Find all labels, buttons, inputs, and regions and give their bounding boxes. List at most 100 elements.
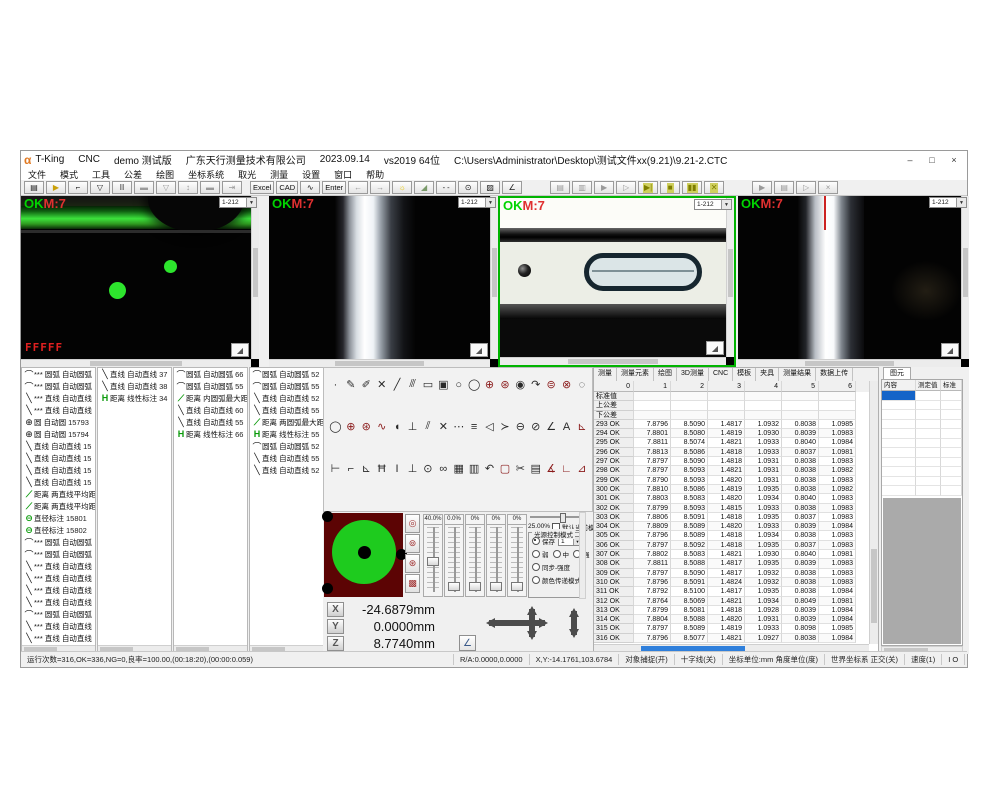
dropdown-arrow-icon[interactable]: ▼ — [721, 200, 731, 209]
open3-icon[interactable]: ▷ — [796, 181, 816, 194]
detail-row[interactable] — [882, 391, 962, 401]
lens-icon[interactable]: ▽ — [90, 181, 110, 194]
palette-tool-icon[interactable]: ⊛ — [497, 377, 512, 392]
zoom-icon[interactable]: ⊙ — [458, 181, 478, 194]
element-list-item[interactable]: H距离 线性标注34 — [98, 392, 171, 404]
element-list-item[interactable]: ╲直线 自动直线55 — [250, 404, 323, 416]
results-tab[interactable]: 绘图 — [654, 368, 677, 381]
result-row[interactable]: 314 OK7.88048.50881.48201.09310.80391.09… — [594, 615, 869, 624]
radio-icon[interactable] — [532, 563, 540, 571]
element-list-item[interactable]: ⌒圆弧 自动圆弧52 — [250, 368, 323, 380]
palette-tool-icon[interactable]: ↷ — [528, 377, 543, 392]
palette-tool-icon[interactable]: ▥ — [467, 461, 482, 476]
element-list-item[interactable]: ╲直线 自动直线55 — [174, 416, 247, 428]
element-list-item[interactable]: ⟋距离 两直线平均距离 — [22, 500, 95, 512]
element-list-item[interactable]: ⌒*** 圆弧 自动圆弧 — [22, 536, 95, 548]
detail-row[interactable] — [882, 420, 962, 430]
save2-icon[interactable]: ▤ — [550, 181, 570, 194]
camera-resize-icon[interactable]: ◢ — [470, 343, 488, 357]
palette-tool-icon[interactable]: ⊗ — [559, 377, 574, 392]
slider-thumb[interactable] — [469, 582, 481, 591]
camera-range-dropdown[interactable]: 1-212▼ — [458, 197, 496, 208]
palette-tool-icon[interactable]: ⊾ — [575, 419, 590, 434]
palette-tool-icon[interactable]: ◁ — [482, 419, 497, 434]
element-list-item[interactable]: ╲直线 自动直线15 — [22, 452, 95, 464]
camera-vscrollbar[interactable] — [490, 196, 498, 359]
vscroll-thumb[interactable] — [253, 248, 258, 297]
camera-vscrollbar[interactable] — [961, 196, 969, 359]
result-row[interactable]: 296 OK7.88138.50861.48181.09330.80371.09… — [594, 448, 869, 457]
element-list-item[interactable]: ╲直线 自动直线52 — [250, 464, 323, 476]
pause-icon[interactable]: ▮▮ — [682, 181, 702, 194]
results-tab[interactable]: 3D测量 — [677, 368, 709, 381]
minimize-button[interactable]: – — [901, 153, 919, 166]
xy-jog-arrow[interactable] — [481, 618, 553, 628]
palette-tool-icon[interactable]: ∡ — [544, 461, 559, 476]
gray-block-icon[interactable]: ▬ — [134, 181, 154, 194]
stop-icon[interactable]: ■ — [660, 181, 680, 194]
enter-button[interactable]: Enter — [322, 181, 346, 194]
camera-hscrollbar[interactable] — [738, 359, 961, 367]
result-row[interactable]: 315 OK7.87978.50891.48191.09330.80981.09… — [594, 624, 869, 633]
camera-range-dropdown[interactable]: 1-212▼ — [219, 197, 257, 208]
palette-tool-icon[interactable]: ⫽ — [420, 419, 435, 434]
element-list-item[interactable]: ╲*** 直线 自动直线 — [22, 392, 95, 404]
camera-vscrollbar[interactable] — [726, 198, 734, 357]
element-list-item[interactable]: ⟋距离 两直线平均距离 — [22, 488, 95, 500]
maximize-button[interactable]: □ — [923, 153, 941, 166]
menu-item[interactable]: 模式 — [53, 168, 85, 181]
detail-row[interactable] — [882, 439, 962, 449]
element-list-item[interactable]: ⟋距离 内圆弧最大距 — [174, 392, 247, 404]
palette-tool-icon[interactable]: ⊘ — [528, 419, 543, 434]
element-list-item[interactable]: ╲直线 自动直线52 — [250, 392, 323, 404]
dropdown-arrow-icon[interactable]: ▼ — [956, 198, 966, 207]
result-row[interactable]: 293 OK7.87968.50901.48171.09320.80381.09… — [594, 420, 869, 429]
menu-item[interactable]: 设置 — [295, 168, 327, 181]
radio-icon[interactable] — [553, 550, 561, 558]
results-tab[interactable]: 测量结果 — [779, 368, 816, 381]
light-type-button[interactable]: ▩ — [405, 574, 420, 593]
result-row[interactable]: 310 OK7.87968.50911.48241.09320.80381.09… — [594, 578, 869, 587]
master-intensity-slider[interactable] — [530, 516, 580, 518]
result-row[interactable]: 312 OK7.87648.50691.48211.09340.80491.09… — [594, 597, 869, 606]
detail-row[interactable] — [882, 458, 962, 468]
palette-tool-icon[interactable]: ◌ — [575, 377, 590, 392]
result-row[interactable]: 300 OK7.88108.50861.48191.09350.80381.09… — [594, 485, 869, 494]
palette-tool-icon[interactable]: ▤ — [528, 461, 543, 476]
channel-slider[interactable]: 0% — [486, 514, 506, 597]
palette-tool-icon[interactable]: ⊕ — [482, 377, 497, 392]
camera-hscrollbar[interactable] — [21, 359, 251, 367]
channel-slider[interactable]: 0.0% — [444, 514, 464, 597]
detail-row[interactable] — [882, 467, 962, 477]
play-icon[interactable]: ▷ — [616, 181, 636, 194]
palette-tool-icon[interactable]: A — [559, 419, 574, 434]
camera-hscrollbar[interactable] — [500, 357, 726, 365]
element-list-item[interactable]: ╲直线 自动直线15 — [22, 440, 95, 452]
result-row[interactable]: 309 OK7.87978.50901.48171.09320.80381.09… — [594, 569, 869, 578]
curve-icon[interactable]: ∿ — [300, 181, 320, 194]
camera-view-2[interactable] — [269, 196, 490, 359]
stage-icon[interactable]: ⌐ — [68, 181, 88, 194]
element-list-item[interactable]: ╲直线 自动直线55 — [250, 452, 323, 464]
result-row[interactable]: 308 OK7.88118.50881.48171.09350.80391.09… — [594, 559, 869, 568]
ring-light-preview[interactable] — [324, 513, 403, 597]
palette-tool-icon[interactable]: ✐ — [359, 377, 374, 392]
play-to-end-icon[interactable]: ▶| — [638, 181, 658, 194]
results-tab[interactable]: 测量 — [594, 368, 617, 381]
element-list-item[interactable]: ╲*** 直线 自动直线 — [22, 560, 95, 572]
element-list-item[interactable]: ╲*** 直线 自动直线 — [22, 620, 95, 632]
results-tab[interactable]: CNC — [709, 368, 733, 381]
light-type-button[interactable]: ◎ — [405, 514, 420, 533]
prev-icon[interactable]: ← — [348, 181, 368, 194]
light-options-scrollbar[interactable] — [579, 512, 586, 599]
pillar-icon[interactable]: II — [112, 181, 132, 194]
save-icon[interactable]: ▤ — [24, 181, 44, 194]
arrow-block-icon[interactable]: ⇥ — [222, 181, 242, 194]
camera-view-4[interactable] — [738, 196, 961, 359]
result-row[interactable]: 294 OK7.88018.50801.48191.09300.80391.09… — [594, 429, 869, 438]
element-list-item[interactable]: ⊕圆 自动圆15794 — [22, 428, 95, 440]
ring-light-circle[interactable] — [332, 520, 396, 584]
menu-item[interactable]: 绘图 — [149, 168, 181, 181]
element-list-item[interactable]: ⌒*** 圆弧 自动圆弧 — [22, 380, 95, 392]
menu-item[interactable]: 坐标系统 — [181, 168, 231, 181]
